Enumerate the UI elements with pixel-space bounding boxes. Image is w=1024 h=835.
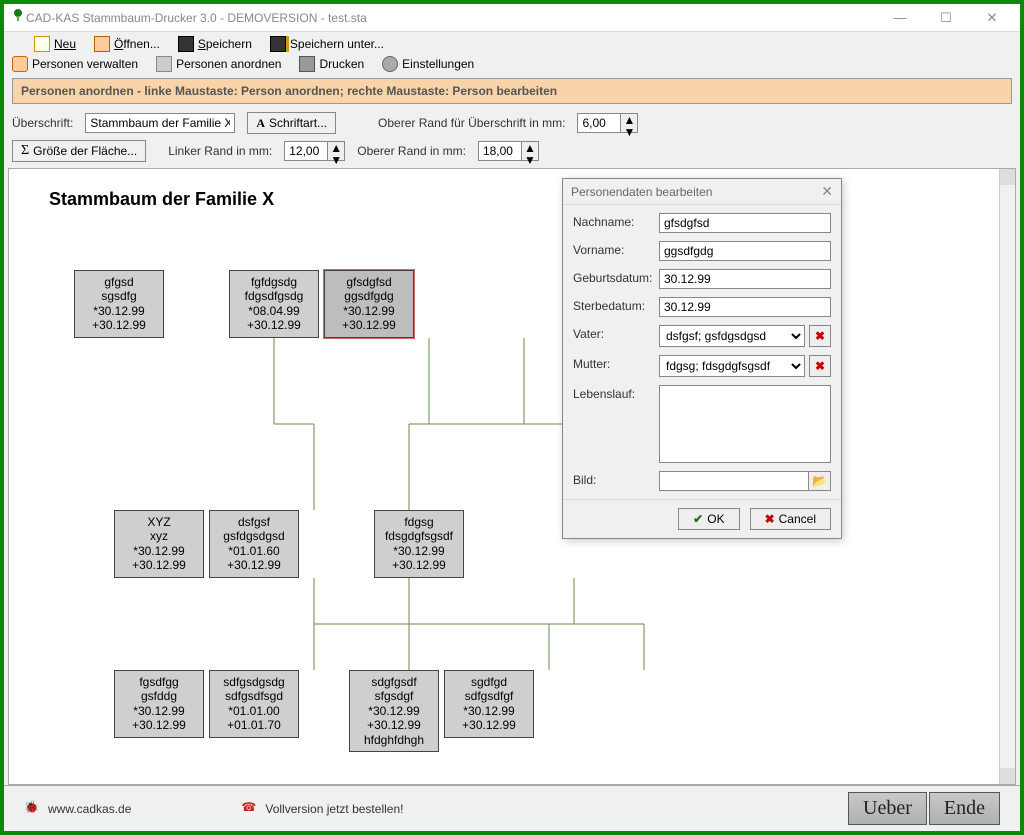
father-label: Vater:: [573, 325, 653, 341]
person-node[interactable]: gfsdgfsdggsdfgdg*30.12.99+30.12.99: [324, 270, 414, 338]
surname-label: Nachname:: [573, 213, 653, 229]
margin-settings-row: Σ Größe der Fläche... Linker Rand in mm:…: [4, 140, 1020, 168]
window-title: CAD-KAS Stammbaum-Drucker 3.0 - DEMOVERS…: [26, 11, 878, 25]
heading-label: Überschrift:: [12, 116, 73, 130]
death-input[interactable]: [659, 297, 831, 317]
dialog-close-icon[interactable]: ✕: [821, 183, 833, 200]
ok-button[interactable]: ✔ OK: [678, 508, 739, 530]
cancel-button[interactable]: ✖ Cancel: [750, 508, 831, 530]
print-button[interactable]: Drucken: [299, 56, 364, 72]
saveas-icon: [270, 36, 286, 52]
pic-label: Bild:: [573, 471, 653, 487]
phone-icon: ☎: [241, 800, 259, 818]
firstname-input[interactable]: [659, 241, 831, 261]
top-margin-stepper[interactable]: ▲▼: [478, 141, 539, 161]
order-link[interactable]: ☎ Vollversion jetzt bestellen!: [241, 800, 403, 818]
maximize-button[interactable]: ☐: [924, 6, 968, 30]
toolbar-actions: Personen verwalten Personen anordnen Dru…: [4, 56, 1020, 76]
arrange-icon: [156, 56, 172, 72]
browse-icon[interactable]: 📂: [809, 471, 831, 491]
vertical-scrollbar[interactable]: [999, 169, 1015, 784]
person-node[interactable]: sdfgsdgsdgsdfgsdfsgd*01.01.00+01.01.70: [209, 670, 299, 738]
open-button[interactable]: Öffnen...: [94, 36, 160, 52]
settings-button[interactable]: Einstellungen: [382, 56, 474, 72]
save-button[interactable]: Speichern: [178, 36, 252, 52]
person-node[interactable]: dsfgsfgsfdgsdgsd*01.01.60+30.12.99: [209, 510, 299, 578]
father-select[interactable]: dsfgsf; gsfdgsdgsd: [659, 325, 805, 347]
footer: 🐞 www.cadkas.de ☎ Vollversion jetzt best…: [4, 785, 1020, 831]
dialog-title: Personendaten bearbeiten: [571, 185, 712, 199]
area-size-button[interactable]: Σ Größe der Fläche...: [12, 140, 146, 162]
new-button[interactable]: Neu: [34, 36, 76, 52]
sigma-icon: Σ: [21, 144, 29, 158]
work-area: Stammbaum der Familie X gfgsdsgsdfg*30.1…: [8, 168, 1016, 785]
heading-settings-row: Überschrift: A Schriftart... Oberer Rand…: [4, 106, 1020, 140]
person-node[interactable]: gfgsdsgsdfg*30.12.99+30.12.99: [74, 270, 164, 338]
about-button[interactable]: Ueber: [848, 792, 927, 825]
birth-label: Geburtsdatum:: [573, 269, 653, 285]
save-icon: [178, 36, 194, 52]
death-label: Sterbedatum:: [573, 297, 653, 313]
mother-select[interactable]: fdgsg; fdsgdgfsgsdf: [659, 355, 805, 377]
birth-input[interactable]: [659, 269, 831, 289]
new-icon: [34, 36, 50, 52]
print-icon: [299, 56, 315, 72]
close-button[interactable]: ✕: [970, 6, 1014, 30]
app-icon: [10, 8, 26, 27]
toolbar-file: Neu Öffnen... Speichern Speichern unter.…: [4, 32, 1020, 56]
person-node[interactable]: fdgsgfdsgdgfsgsdf*30.12.99+30.12.99: [374, 510, 464, 578]
cv-label: Lebenslauf:: [573, 385, 653, 401]
left-margin-stepper[interactable]: ▲▼: [284, 141, 345, 161]
manage-persons-button[interactable]: Personen verwalten: [12, 56, 138, 72]
tree-canvas[interactable]: Stammbaum der Familie X gfgsdsgsdfg*30.1…: [9, 169, 999, 784]
minimize-button[interactable]: —: [878, 6, 922, 30]
top-margin-heading-stepper[interactable]: ▲▼: [577, 113, 638, 133]
surname-input[interactable]: [659, 213, 831, 233]
person-node[interactable]: fgfdgsdgfdgsdfgsdg*08.04.99+30.12.99: [229, 270, 319, 338]
settings-icon: [382, 56, 398, 72]
cv-textarea[interactable]: [659, 385, 831, 463]
person-edit-dialog: Personendaten bearbeiten ✕ Nachname: Vor…: [562, 178, 842, 539]
heading-input[interactable]: [85, 113, 235, 133]
father-delete-button[interactable]: ✖: [809, 325, 831, 347]
top-margin-label: Oberer Rand in mm:: [357, 144, 466, 158]
person-node[interactable]: fgsdfgggsfddg*30.12.99+30.12.99: [114, 670, 204, 738]
mother-delete-button[interactable]: ✖: [809, 355, 831, 377]
end-button[interactable]: Ende: [929, 792, 1000, 825]
top-margin-heading-label: Oberer Rand für Überschrift in mm:: [378, 116, 565, 130]
person-icon: [12, 56, 28, 72]
font-icon: A: [256, 116, 265, 131]
instruction-bar: Personen anordnen - linke Maustaste: Per…: [12, 78, 1012, 104]
website-link[interactable]: 🐞 www.cadkas.de: [24, 800, 131, 818]
person-node[interactable]: sgdfgdsdfgsdfgf*30.12.99+30.12.99: [444, 670, 534, 738]
open-icon: [94, 36, 110, 52]
font-button[interactable]: A Schriftart...: [247, 112, 336, 134]
titlebar: CAD-KAS Stammbaum-Drucker 3.0 - DEMOVERS…: [4, 4, 1020, 32]
saveas-button[interactable]: Speichern unter...: [270, 36, 384, 52]
person-node[interactable]: XYZxyz*30.12.99+30.12.99: [114, 510, 204, 578]
person-node[interactable]: sdgfgsdfsfgsdgf*30.12.99+30.12.99hfdghfd…: [349, 670, 439, 752]
pic-input[interactable]: [659, 471, 809, 491]
bug-icon: 🐞: [24, 800, 42, 818]
mother-label: Mutter:: [573, 355, 653, 371]
arrange-persons-button[interactable]: Personen anordnen: [156, 56, 281, 72]
left-margin-label: Linker Rand in mm:: [168, 144, 272, 158]
firstname-label: Vorname:: [573, 241, 653, 257]
